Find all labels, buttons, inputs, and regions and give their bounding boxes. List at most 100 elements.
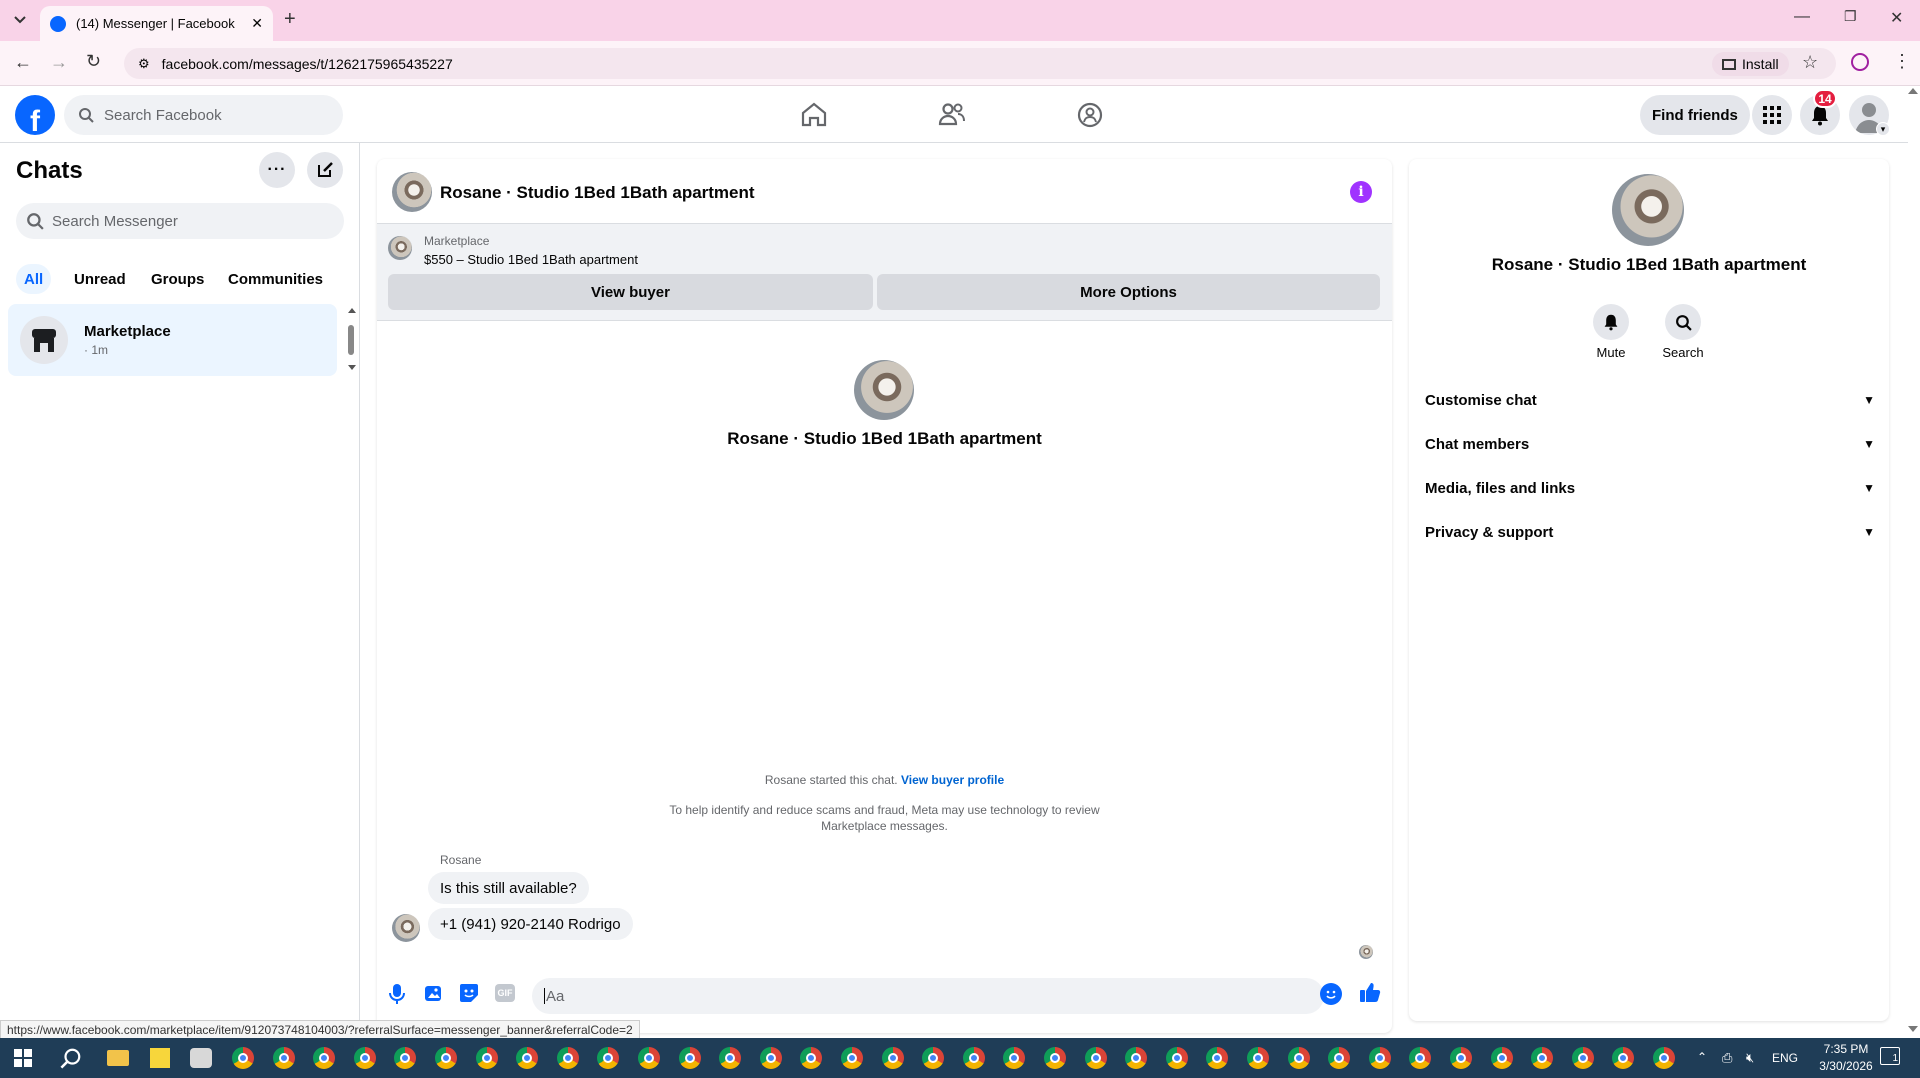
listing-thumbnail[interactable] — [388, 236, 412, 260]
voice-clip-icon[interactable] — [388, 983, 406, 1005]
search-in-chat-icon[interactable] — [1665, 304, 1701, 340]
install-icon — [1722, 58, 1736, 70]
chrome-taskbar-icon[interactable] — [678, 1047, 701, 1069]
intro-avatar[interactable] — [854, 360, 914, 420]
chrome-taskbar-icon[interactable] — [638, 1047, 660, 1069]
filter-all[interactable]: All — [16, 264, 52, 294]
taskbar-search-icon[interactable] — [60, 1047, 82, 1069]
chrome-taskbar-icon[interactable] — [232, 1047, 254, 1069]
conversation-avatar[interactable] — [392, 172, 432, 212]
sidebar-scrollbar[interactable] — [348, 308, 356, 370]
chrome-taskbar-icon[interactable] — [272, 1047, 295, 1069]
url-field[interactable]: ⚙ facebook.com/messages/t/12621759654352… — [124, 48, 1836, 79]
reload-icon[interactable]: ↻ — [86, 51, 101, 72]
chrome-taskbar-icon[interactable] — [1165, 1047, 1188, 1069]
chrome-taskbar-icon[interactable] — [1084, 1047, 1107, 1069]
chrome-taskbar-icon[interactable] — [759, 1047, 782, 1069]
tray-chevron-icon[interactable]: ⌃ — [1697, 1050, 1707, 1064]
mute-bell-icon[interactable] — [1593, 304, 1629, 340]
chrome-taskbar-icon[interactable] — [841, 1047, 863, 1069]
volume-muted-icon[interactable]: 🔇︎ — [1746, 1050, 1754, 1066]
more-options-icon[interactable]: ··· — [259, 152, 295, 188]
windows-start-icon[interactable] — [14, 1049, 32, 1067]
action-center-icon[interactable]: 1 — [1880, 1047, 1900, 1065]
search-icon — [79, 108, 94, 123]
section-chat-members[interactable]: Chat members ▼ — [1425, 426, 1875, 462]
chrome-taskbar-icon[interactable] — [881, 1047, 904, 1069]
chrome-taskbar-icon[interactable] — [1571, 1047, 1594, 1069]
message-input[interactable]: Aa — [532, 978, 1324, 1014]
profile-icon[interactable] — [1851, 53, 1869, 71]
back-icon[interactable]: ← — [14, 52, 32, 73]
install-app-button[interactable]: Install — [1712, 52, 1789, 76]
chevron-down-icon: ▼ — [1863, 393, 1875, 407]
home-icon[interactable] — [800, 101, 828, 127]
message-bubble[interactable]: Is this still available? — [428, 872, 589, 904]
info-icon[interactable]: i — [1350, 181, 1372, 203]
page-scroll-up-icon[interactable] — [1908, 88, 1918, 94]
attach-photo-icon[interactable] — [424, 983, 444, 1003]
chrome-taskbar-icon[interactable] — [1490, 1047, 1513, 1069]
browser-tab-messenger[interactable]: (14) Messenger | Facebook ✕ — [40, 6, 273, 41]
chevron-down-icon: ▼ — [1863, 481, 1875, 495]
tab-search-icon[interactable] — [10, 10, 30, 30]
filter-communities[interactable]: Communities — [220, 264, 331, 294]
section-customise-chat[interactable]: Customise chat ▼ — [1425, 382, 1875, 418]
section-privacy-support[interactable]: Privacy & support ▼ — [1425, 514, 1875, 550]
chrome-taskbar-icon[interactable] — [1044, 1047, 1066, 1069]
view-buyer-button[interactable]: View buyer — [388, 274, 873, 310]
bookmark-star-icon[interactable]: ☆ — [1802, 52, 1818, 73]
sticker-icon[interactable] — [459, 983, 479, 1003]
chrome-taskbar-icon[interactable] — [962, 1047, 985, 1069]
chrome-taskbar-icon[interactable] — [556, 1047, 579, 1069]
chrome-taskbar-icon[interactable] — [1368, 1047, 1391, 1069]
search-messenger-input[interactable]: Search Messenger — [16, 203, 344, 239]
close-window-icon[interactable]: ✕ — [1890, 8, 1903, 28]
details-avatar[interactable] — [1612, 174, 1684, 246]
chrome-taskbar-icon[interactable] — [1450, 1047, 1472, 1069]
close-tab-icon[interactable]: ✕ — [251, 15, 263, 32]
chrome-taskbar-icon[interactable] — [1247, 1047, 1269, 1069]
paint-app-icon[interactable] — [190, 1048, 212, 1068]
groups-icon[interactable] — [1076, 101, 1104, 129]
menu-grid-icon[interactable] — [1752, 95, 1792, 135]
facebook-favicon-icon — [50, 15, 66, 32]
view-buyer-profile-link[interactable]: View buyer profile — [901, 773, 1004, 787]
sender-avatar[interactable] — [392, 914, 420, 942]
thumbs-up-icon[interactable] — [1359, 981, 1381, 1003]
new-tab-icon[interactable]: + — [284, 8, 296, 31]
section-media-files-links[interactable]: Media, files and links ▼ — [1425, 470, 1875, 506]
filter-groups[interactable]: Groups — [143, 264, 212, 294]
gif-icon[interactable]: GIF — [495, 984, 515, 1002]
network-icon[interactable]: ⎙ — [1722, 1050, 1732, 1066]
more-options-button[interactable]: More Options — [877, 274, 1380, 310]
chrome-taskbar-icon[interactable] — [1653, 1047, 1675, 1069]
language-indicator[interactable]: ENG — [1772, 1051, 1798, 1065]
facebook-search-input[interactable]: Search Facebook — [64, 95, 343, 135]
message-bubble[interactable]: +1 (941) 920-2140 Rodrigo — [428, 908, 633, 940]
page-scroll-down-icon[interactable] — [1908, 1026, 1918, 1032]
facebook-logo-icon[interactable]: f — [15, 95, 55, 135]
mute-label[interactable]: Mute — [1576, 345, 1646, 360]
find-friends-button[interactable]: Find friends — [1640, 95, 1750, 135]
site-info-icon[interactable]: ⚙ — [138, 56, 150, 72]
restore-icon[interactable]: ❐ — [1844, 8, 1857, 25]
minimize-icon[interactable]: — — [1794, 8, 1810, 26]
sticky-notes-icon[interactable] — [150, 1048, 170, 1068]
conversation-title[interactable]: Rosane · Studio 1Bed 1Bath apartment — [440, 183, 755, 203]
chrome-taskbar-icon[interactable] — [475, 1047, 498, 1069]
file-explorer-icon[interactable] — [107, 1050, 129, 1066]
emoji-icon[interactable] — [1320, 983, 1342, 1005]
filter-unread[interactable]: Unread — [66, 264, 134, 294]
chrome-taskbar-icon[interactable] — [353, 1047, 376, 1069]
banner-listing[interactable]: $550 – Studio 1Bed 1Bath apartment — [424, 252, 638, 267]
forward-icon[interactable]: → — [50, 52, 68, 73]
account-chevron-icon[interactable]: ▾ — [1876, 122, 1890, 136]
chrome-taskbar-icon[interactable] — [1287, 1047, 1310, 1069]
search-label[interactable]: Search — [1648, 345, 1718, 360]
browser-menu-icon[interactable]: ⋮ — [1893, 51, 1911, 72]
clock[interactable]: 7:35 PM 3/30/2026 — [1806, 1041, 1886, 1075]
friends-icon[interactable] — [938, 101, 966, 127]
new-message-icon[interactable] — [307, 152, 343, 188]
chrome-taskbar-icon[interactable] — [435, 1047, 457, 1069]
